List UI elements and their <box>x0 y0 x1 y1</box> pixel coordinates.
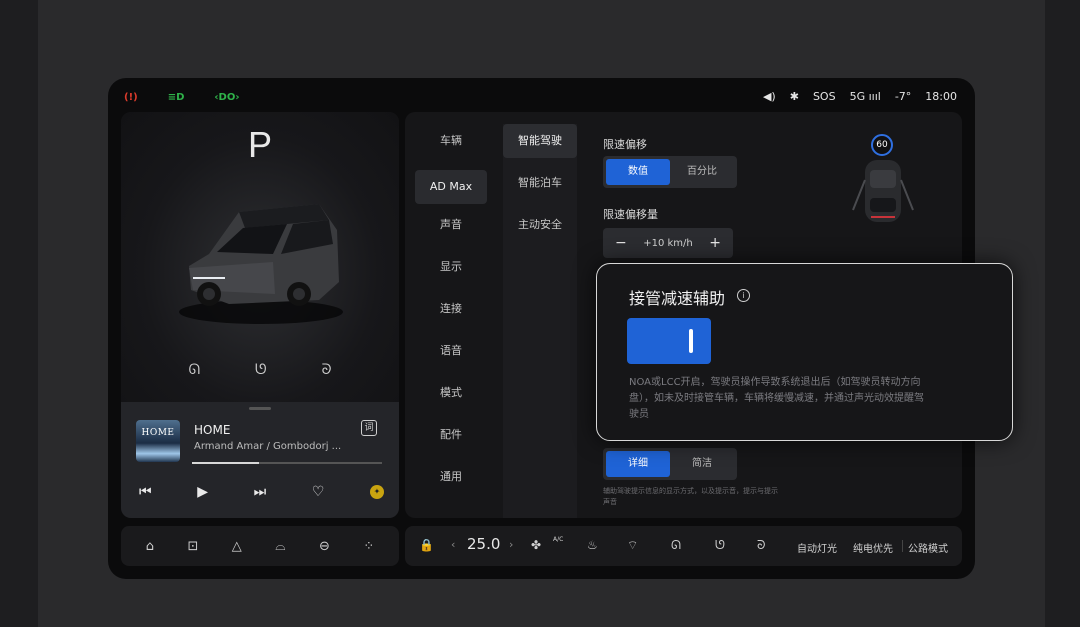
apps-grid-icon[interactable]: ⁘ <box>363 539 374 554</box>
previous-track-button[interactable]: ⏮ <box>139 484 152 500</box>
temperature-down-icon[interactable]: ‹ <box>451 538 455 551</box>
lights-fault-icon: (!) <box>124 92 138 103</box>
tailgate-icon[interactable]: ᘐ <box>322 362 332 378</box>
bluetooth-icon[interactable]: ✱ <box>790 90 799 103</box>
auto-lights-button[interactable]: 自动灯光 <box>797 540 837 555</box>
speed-offset-value: +10 km/h <box>643 237 693 249</box>
nav-item-ad-max[interactable]: AD Max <box>415 170 487 204</box>
telltale-indicators: (!) ≡D ‹DO› <box>124 92 239 103</box>
secondary-nav: 智能驾驶 智能泊车 主动安全 <box>503 124 577 518</box>
speed-limit-badge: 60 <box>871 134 893 156</box>
climate-dock: 🔒 ‹ 25.0 › ✤ A/C ♨ ⌔ ᘏ ᘎ ᘐ 自动灯光 纯电优先 公路模… <box>405 526 962 566</box>
volume-icon[interactable]: ◀) <box>763 90 776 103</box>
display-mode-selector: 详细 简洁 <box>603 448 737 480</box>
front-door-icon[interactable]: ᘏ <box>188 362 200 378</box>
vehicle-panel: P ᘏ ᘎ ᘐ HOME HOME Armand Amar / Gombodor… <box>121 112 399 518</box>
album-art-text: HOME <box>141 428 175 438</box>
takeover-decel-assist-card: 接管减速辅助 i NOA或LCC开启，驾驶员操作导致系统退出后（如驾驶员转动方向… <box>596 263 1013 441</box>
speed-offset-stepper: − +10 km/h + <box>603 228 733 258</box>
song-artist: Armand Amar / Gombodorj ... <box>194 441 342 452</box>
rear-door-icon[interactable]: ᘎ <box>255 362 267 378</box>
outside-temperature: -7° <box>894 90 912 103</box>
drag-handle[interactable] <box>249 407 271 410</box>
vehicle-icon[interactable]: ⌓ <box>275 539 285 554</box>
increase-button[interactable]: + <box>709 235 721 251</box>
wiper-icon[interactable]: ᘏ <box>671 538 681 553</box>
option-detailed[interactable]: 详细 <box>606 451 670 477</box>
power-priority-button[interactable]: 纯电优先 <box>853 540 893 555</box>
cabin-temperature: 25.0 <box>467 535 501 553</box>
seat-heat-icon[interactable]: ♨ <box>587 538 598 552</box>
nav-item-connect[interactable]: 连接 <box>415 292 487 334</box>
toggle-knob <box>689 329 693 353</box>
speed-offset-amount-label: 限速偏移量 <box>603 208 658 221</box>
nav-item-sound[interactable]: 声音 <box>415 208 487 250</box>
medal-icon[interactable]: ✦ <box>370 485 384 499</box>
song-title: HOME <box>194 423 231 437</box>
position-lights-icon: ‹DO› <box>214 92 240 103</box>
feature-toggle[interactable] <box>627 318 711 364</box>
nav-item-general[interactable]: 通用 <box>415 460 487 502</box>
option-value[interactable]: 数值 <box>606 159 670 185</box>
option-percentage[interactable]: 百分比 <box>670 159 734 185</box>
app-dock: ⌂ ⊡ △ ⌓ ⊖ ⁘ <box>121 526 399 566</box>
info-icon[interactable]: i <box>737 289 750 302</box>
display-mode-description: 辅助驾驶提示信息的显示方式，以及提示音，提示与提示声音 <box>603 487 778 506</box>
car-3d-image <box>179 204 343 324</box>
next-track-button[interactable]: ⏭ <box>254 484 267 500</box>
gear-indicator: P <box>247 124 272 165</box>
nav-item-display[interactable]: 显示 <box>415 250 487 292</box>
lyrics-button[interactable]: 词 <box>361 420 377 436</box>
nav-item-active-safety[interactable]: 主动安全 <box>503 208 577 250</box>
signal-indicator: 5G ıııl <box>849 90 881 103</box>
controls-icon[interactable]: ⊖ <box>319 539 330 554</box>
sos-button[interactable]: SOS <box>813 90 836 103</box>
nav-item-vehicle[interactable]: 车辆 <box>415 124 487 166</box>
nav-item-smart-driving[interactable]: 智能驾驶 <box>503 124 577 158</box>
temperature-up-icon[interactable]: › <box>509 538 513 551</box>
ac-label: A/C <box>553 536 564 543</box>
album-art[interactable]: HOME <box>136 420 180 462</box>
card-title: 接管减速辅助 <box>629 289 726 308</box>
media-player: HOME HOME Armand Amar / Gombodorj ... 词 … <box>121 402 399 518</box>
car-stage: P ᘏ ᘎ ᘐ <box>121 112 399 402</box>
door-controls: ᘏ ᘎ ᘐ <box>121 362 399 378</box>
play-button[interactable]: ▶ <box>197 484 208 500</box>
nav-item-accessories[interactable]: 配件 <box>415 418 487 460</box>
home-icon[interactable]: ⌂ <box>146 539 154 554</box>
clock: 18:00 <box>925 90 957 103</box>
navigation-icon[interactable]: △ <box>232 539 242 554</box>
lock-icon[interactable]: 🔒 <box>419 538 434 552</box>
road-mode-button[interactable]: 公路模式 <box>908 540 948 555</box>
nav-item-mode[interactable]: 模式 <box>415 376 487 418</box>
status-bar: (!) ≡D ‹DO› ◀) ✱ SOS 5G ıııl -7° 18:00 <box>108 78 975 110</box>
card-description: NOA或LCC开启，驾驶员操作导致系统退出后（如驾驶员转动方向盘），如未及时接管… <box>629 377 924 420</box>
low-beam-icon: ≡D <box>167 92 185 103</box>
speed-offset-selector: 数值 百分比 <box>603 156 737 188</box>
playback-controls: ⏮ ▶ ⏭ ♡ ✦ <box>139 484 384 500</box>
status-right: ◀) ✱ SOS 5G ıııl -7° 18:00 <box>763 90 957 103</box>
speed-offset-label: 限速偏移 <box>603 138 647 151</box>
primary-nav: 车辆 AD Max 声音 显示 连接 语音 模式 配件 通用 <box>415 124 487 502</box>
dock-divider <box>902 540 903 552</box>
favorite-icon[interactable]: ♡ <box>312 484 325 500</box>
exterior-light-icon[interactable]: ᘐ <box>757 538 765 553</box>
defrost-icon[interactable]: ⌔ <box>627 538 638 553</box>
nav-item-smart-parking[interactable]: 智能泊车 <box>503 166 577 208</box>
progress-fill <box>192 462 259 464</box>
decrease-button[interactable]: − <box>615 235 627 251</box>
nav-item-voice[interactable]: 语音 <box>415 334 487 376</box>
mirror-icon[interactable]: ᘎ <box>715 538 725 553</box>
progress-bar[interactable] <box>192 462 382 464</box>
option-concise[interactable]: 简洁 <box>670 451 734 477</box>
camera-icon[interactable]: ⊡ <box>187 539 198 554</box>
fan-icon[interactable]: ✤ <box>531 538 541 552</box>
